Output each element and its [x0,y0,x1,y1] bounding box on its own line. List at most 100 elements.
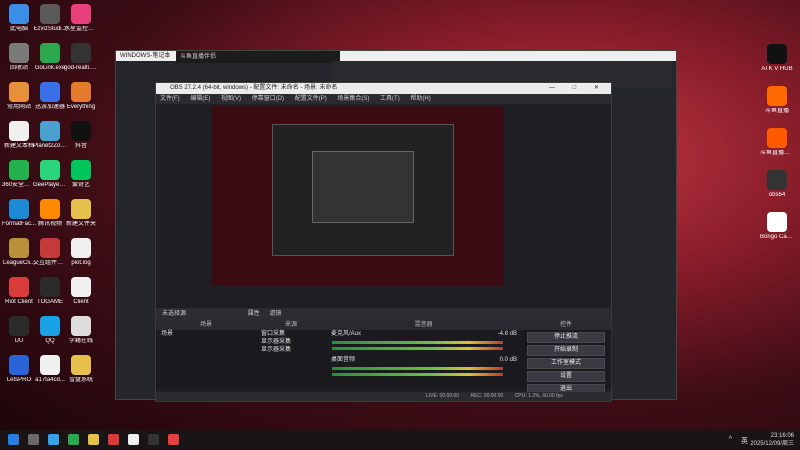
menu-edit[interactable]: 编辑(E) [190,96,210,102]
search-icon[interactable] [28,434,39,445]
volume-meter [332,347,503,350]
stop-stream-button[interactable]: 停止推流 [527,332,605,343]
desktop-icon[interactable]: 回收站 [2,43,36,72]
desktop-icon-label: QQ [45,338,55,344]
properties-button[interactable]: 属性 [248,311,260,317]
desktop-icon[interactable]: EzvizStudi... [33,4,67,33]
clock[interactable]: 23:16:06 2025/12/09/周三 [750,432,794,448]
obs-window[interactable]: OBS 27.2.4 (64-bit, windows) - 配置文件: 未命名… [155,82,612,402]
desktop-icon[interactable]: TOGAME [33,277,67,306]
desktop-icon[interactable]: Riot Client [2,277,36,306]
desktop-icon-label: GeePlayer.exe [33,182,67,188]
desktop-icon[interactable]: GeePlayer.exe [33,160,67,189]
settings-button[interactable]: 设置 [527,371,605,382]
menu-profile[interactable]: 配置文件(P) [295,96,327,102]
desktop-icon-label: 学籍在线 [68,338,93,344]
folder-icon[interactable] [88,434,99,445]
app-icon[interactable] [128,434,139,445]
source-item[interactable]: 显示器采集 [256,346,326,354]
app-icon [9,277,29,297]
desktop-icon[interactable]: 爱奇艺 [64,160,98,189]
desktop-icon[interactable]: Client [64,277,98,306]
taskbar: ^ 英 23:16:06 2025/12/09/周三 [0,430,800,450]
desktop-icon[interactable]: 交互组件Online [33,238,67,267]
desktop-icon[interactable]: LeagueCli... [2,238,36,267]
app-icon [71,238,91,258]
wechat-icon[interactable] [68,434,79,445]
desktop-icon-label: 交互组件Online [33,260,67,266]
controls-dock-title: 控件 [521,321,611,330]
ime-indicator[interactable]: 英 [741,436,748,446]
desktop-icon[interactable]: UU [2,316,36,345]
status-bar: LIVE: 00:00:00 REC: 00:00:00 CPU: 1.2%, … [156,392,611,401]
desktop-icon-label: 此电脑 [9,26,28,32]
desktop-icon[interactable]: LetsPRO [2,355,36,384]
app-icon [767,212,787,232]
scenes-dock: 场景 场景 [156,321,257,389]
source-item[interactable]: 窗口采集 [256,330,326,338]
desktop-icon[interactable]: god-realti...快捷方式 [64,43,98,72]
sources-dock: 来源 窗口采集 显示器采集 显示器采集 [256,321,327,389]
menu-tools[interactable]: 工具(T) [380,96,400,102]
desktop-icon[interactable]: 360安全浏览器 [2,160,36,189]
desktop-icon[interactable]: 水星监控系统 [64,4,98,33]
desktop-icon[interactable]: 新建文件夹 [64,199,98,228]
desktop-icon[interactable]: GoLink.exe [33,43,67,72]
app-icon [9,316,29,336]
obs-taskbar-icon[interactable] [148,434,159,445]
desktop-icon[interactable]: 腾讯视频 [33,199,67,228]
desktop-icon[interactable]: 迅游加速器 [33,82,67,111]
desktop-icon[interactable]: Everything [64,82,98,111]
app-icon[interactable] [168,434,179,445]
desktop-icon[interactable]: ATK V HUB [760,44,794,73]
filters-button[interactable]: 滤镜 [269,311,281,317]
desktop-icon-label: Bongo Cat Mver... [760,234,794,240]
source-toolbar: 未选择源 属性 滤镜 [156,308,611,321]
menu-file[interactable]: 文件(F) [160,96,180,102]
start-recording-button[interactable]: 开始录制 [527,345,605,356]
app-icon [9,238,29,258]
desktop-icon[interactable]: 抖音 [64,121,98,150]
start-icon[interactable] [8,434,19,445]
desktop-icon-label: 斗鱼直播 [764,108,789,114]
desktop-icon[interactable]: FormatFac... [2,199,36,228]
nested-preview-inner [312,151,414,223]
desktop-icon[interactable]: 斗鱼直播 [760,86,794,115]
cpu-status: CPU: 1.2%, 60.00 fps [514,393,563,399]
tray-chevron[interactable]: ^ [729,436,732,443]
desktop-icon-label: Riot Client [5,299,33,305]
desktop-icon[interactable]: 新建文本档 [2,121,36,150]
scene-item[interactable]: 场景 [156,330,256,338]
mixer-dock: 混音器 麦克风/Aux -4.8 dB 桌面音频 0.0 dB [326,321,522,389]
live-status: LIVE: 00:00:00 [426,393,460,399]
desktop-icon[interactable]: a17ta4cd... [33,355,67,384]
desktop-icon-label: 常用网站 [6,104,31,110]
desktop-icon[interactable]: plot.log [64,238,98,267]
desktop-icon[interactable]: 此电脑 [2,4,36,33]
menu-docks[interactable]: 停靠窗口(D) [252,96,284,102]
app-icon [71,277,91,297]
desktop-icon[interactable]: QQ [33,316,67,345]
desktop-icon[interactable]: 雪盘系统 [64,355,98,384]
source-item[interactable]: 显示器采集 [256,338,326,346]
mixer-track-name: 桌面音频 0.0 dB [331,357,517,363]
menu-view[interactable]: 视图(V) [221,96,241,102]
desktop-icon[interactable]: obs64 [760,170,794,199]
desktop-icon-label: 新建文本档 [3,143,34,149]
studio-mode-button[interactable]: 工作室模式 [527,358,605,369]
desktop-icon[interactable]: 斗鱼直播伴侣 [760,128,794,157]
desktop-icon[interactable]: Planet2Zo...- 快捷方式 [33,121,67,150]
menu-help[interactable]: 帮助(H) [410,96,430,102]
desktop-icon[interactable]: 常用网站 [2,82,36,111]
app-icon [40,43,60,63]
browser-tab[interactable]: 斗鱼直播伴侣 [176,51,340,63]
desktop-icon-label: Everything [66,104,96,110]
preview-canvas[interactable] [212,106,504,286]
menu-scene-collection[interactable]: 场景集合(S) [337,96,369,102]
desktop-icon[interactable]: 学籍在线 [64,316,98,345]
window-controls[interactable]: — □ ✕ [549,83,607,94]
app-icon[interactable] [108,434,119,445]
desktop-icon-label: 腾讯视频 [37,221,62,227]
desktop-icon[interactable]: Bongo Cat Mver... [760,212,794,241]
app-icon[interactable] [48,434,59,445]
